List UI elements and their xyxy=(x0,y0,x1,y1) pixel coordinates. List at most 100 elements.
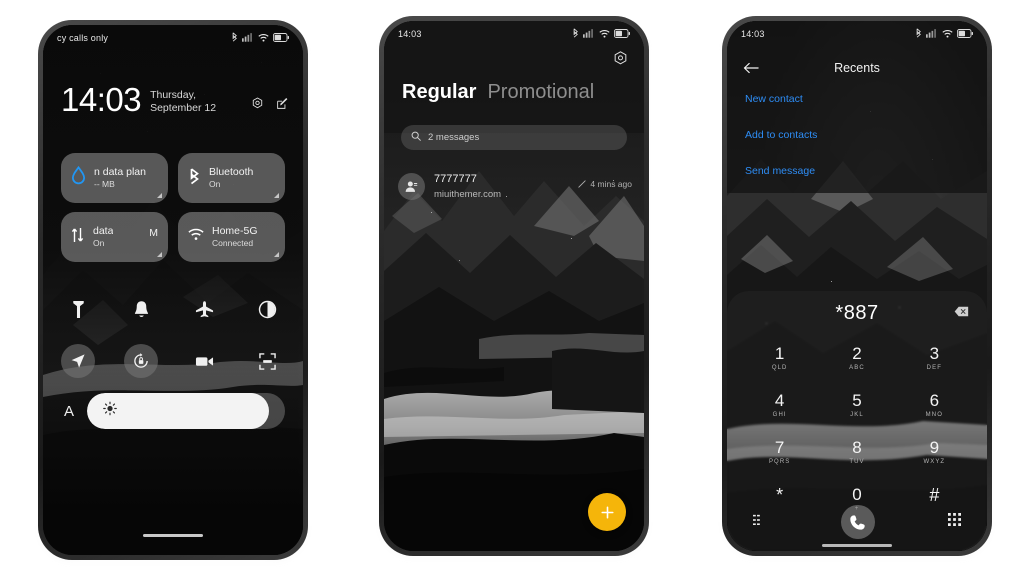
message-sender: 7777777 xyxy=(434,173,477,185)
mobile-data-icon xyxy=(71,227,85,248)
screen-record-icon[interactable] xyxy=(188,344,222,378)
status-time: 14:03 xyxy=(741,29,765,39)
message-preview: miuithemer.com xyxy=(434,188,502,200)
battery-icon xyxy=(613,28,630,40)
tile-subtitle: On xyxy=(209,179,221,190)
key-digit: 1 xyxy=(774,344,785,363)
dialpad-key-4[interactable]: 4 GHI xyxy=(741,382,818,429)
message-tabs: Regular Promotional xyxy=(402,81,594,104)
phone-2-messages: 14:03 Regular Promotional 2 messages 777… xyxy=(379,16,649,556)
dialpad-bottom-bar xyxy=(727,499,987,545)
tile-bluetooth[interactable]: Bluetooth On xyxy=(178,153,285,203)
signal-icon xyxy=(242,32,254,44)
clock-row: 14:03 Thursday, September 12 xyxy=(61,83,289,116)
dialpad-key-5[interactable]: 5 JKL xyxy=(818,382,895,429)
tile-expand-corner-icon[interactable] xyxy=(157,193,162,198)
keypad-grid-icon[interactable] xyxy=(948,513,961,531)
key-digit: 9 xyxy=(929,438,940,457)
search-placeholder: 2 messages xyxy=(428,132,480,143)
dialed-number[interactable]: *887 xyxy=(835,302,878,325)
dialpad-key-3[interactable]: 3 DEF xyxy=(896,335,973,382)
dialed-number-row: *887 xyxy=(727,291,987,335)
action-new-contact[interactable]: New contact xyxy=(745,93,817,105)
tile-subtitle: On xyxy=(93,238,105,249)
phone-3-status-bar: 14:03 xyxy=(727,21,987,47)
tile-subtitle: Connected xyxy=(212,238,254,249)
message-time: 4 mins ago xyxy=(590,179,632,189)
screenshot-icon[interactable] xyxy=(251,344,285,378)
key-letters: JKL xyxy=(850,412,864,418)
location-icon[interactable] xyxy=(61,344,95,378)
status-time: 14:03 xyxy=(398,29,422,39)
call-icon[interactable] xyxy=(840,505,875,539)
tile-expand-corner-icon[interactable] xyxy=(274,252,279,257)
contact-avatar-icon xyxy=(398,173,425,200)
dialpad-key-1[interactable]: 1 QLD xyxy=(741,335,818,382)
dialpad-key-9[interactable]: 9 WXYZ xyxy=(896,429,973,476)
list-item[interactable]: 7777777 miuithemer.com 4 mins ago xyxy=(398,173,632,201)
phone-1-quick-settings: cy calls only 14:03 Thursday, September … xyxy=(38,20,308,560)
phone-1-status-bar: cy calls only xyxy=(43,25,303,51)
action-add-to-contacts[interactable]: Add to contacts xyxy=(745,129,817,141)
key-digit: 7 xyxy=(774,438,785,457)
new-message-fab[interactable] xyxy=(588,493,626,531)
settings-gear-icon[interactable] xyxy=(613,51,628,71)
search-icon xyxy=(411,131,421,144)
key-digit: 3 xyxy=(929,344,940,363)
home-indicator[interactable] xyxy=(822,544,892,547)
auto-brightness-label[interactable]: A xyxy=(61,403,77,420)
brightness-sun-icon xyxy=(103,401,117,421)
wifi-icon xyxy=(188,228,204,246)
tab-promotional[interactable]: Promotional xyxy=(487,81,594,104)
wifi-icon xyxy=(942,29,953,40)
dark-mode-icon[interactable] xyxy=(251,292,285,326)
key-digit: 6 xyxy=(929,391,940,410)
action-send-message[interactable]: Send message xyxy=(745,165,817,177)
tile-title: n data plan xyxy=(94,166,146,179)
dialer-header: Recents xyxy=(727,55,987,81)
backspace-icon[interactable] xyxy=(954,304,969,322)
tile-title: Home-5G xyxy=(212,225,258,238)
dialpad-panel: *887 1 QLD 2 ABC 3 DEF 4 GHI 5 JKL 6 MNO… xyxy=(727,291,987,551)
dialpad-key-8[interactable]: 8 TUV xyxy=(818,429,895,476)
tile-data-plan[interactable]: n data plan -- MB xyxy=(61,153,168,203)
key-letters: WXYZ xyxy=(923,459,946,465)
key-letters: TUV xyxy=(849,459,865,465)
tile-wifi[interactable]: Home-5G Connected xyxy=(178,212,285,262)
flashlight-icon[interactable] xyxy=(61,292,95,326)
carrier-label: cy calls only xyxy=(57,33,109,43)
edit-icon[interactable] xyxy=(276,97,289,115)
battery-icon xyxy=(272,32,289,44)
key-letters: QLD xyxy=(771,365,788,371)
preview-stage: cy calls only 14:03 Thursday, September … xyxy=(0,0,1024,576)
key-letters: DEF xyxy=(926,365,942,371)
toggle-row-1 xyxy=(61,283,285,335)
tile-title: data xyxy=(93,225,114,238)
auto-rotate-lock-icon[interactable] xyxy=(124,344,159,378)
search-input[interactable]: 2 messages xyxy=(401,125,627,150)
airplane-mode-icon[interactable] xyxy=(188,292,222,326)
tile-mobile-data[interactable]: data On M xyxy=(61,212,168,262)
call-log-list-icon[interactable] xyxy=(753,513,767,531)
clock-date: Thursday, September 12 xyxy=(150,89,217,115)
page-title: Recents xyxy=(834,61,880,75)
tile-title: Bluetooth xyxy=(209,166,254,179)
toggle-row-2 xyxy=(61,335,285,387)
brightness-slider[interactable] xyxy=(87,393,285,429)
tab-regular[interactable]: Regular xyxy=(402,81,476,104)
bell-icon[interactable] xyxy=(124,292,158,326)
dialpad-key-2[interactable]: 2 ABC xyxy=(818,335,895,382)
back-arrow-icon[interactable] xyxy=(743,55,759,81)
key-digit: 5 xyxy=(852,391,862,410)
dialpad-key-6[interactable]: 6 MNO xyxy=(896,382,973,429)
key-letters: MNO xyxy=(925,412,943,418)
settings-gear-icon[interactable] xyxy=(251,97,264,115)
tile-expand-corner-icon[interactable] xyxy=(274,193,279,198)
home-indicator[interactable] xyxy=(143,534,203,537)
quick-toggles xyxy=(61,283,285,387)
tile-expand-corner-icon[interactable] xyxy=(157,252,162,257)
key-digit: 8 xyxy=(852,438,862,457)
signal-icon xyxy=(926,28,938,40)
clock-time: 14:03 xyxy=(61,81,142,118)
dialpad-key-7[interactable]: 7 PQRS xyxy=(741,429,818,476)
